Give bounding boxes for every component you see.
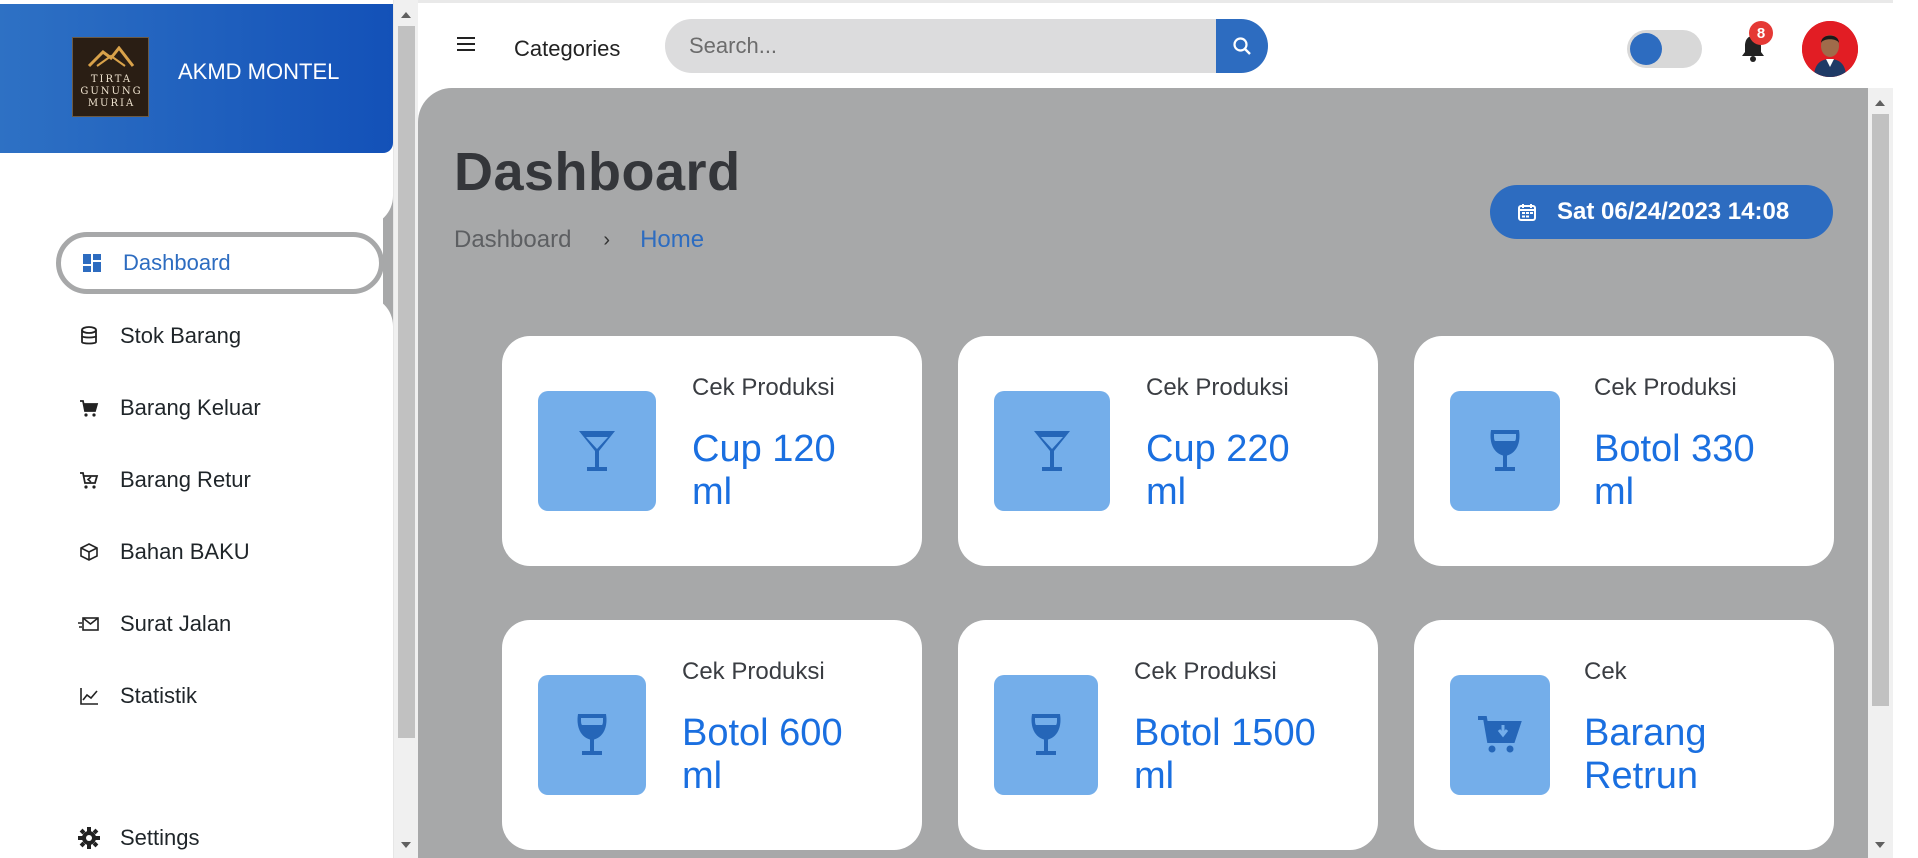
card-icon-box [994,391,1110,511]
card-barang-retrun[interactable]: Cek Barang Retrun [1414,620,1834,850]
brand-logo[interactable]: TIRTA GUNUNG MURIA [72,37,149,117]
card-value: Botol 330 ml [1594,428,1755,513]
card-value: Cup 220 ml [1146,428,1290,513]
card-value: Botol 600 ml [682,712,843,797]
logo-text: TIRTA GUNUNG MURIA [80,74,143,109]
sidebar-item-label: Stok Barang [120,323,242,348]
card-cup-220[interactable]: Cek Produksi Cup 220 ml [958,336,1378,566]
sidebar-item-stok-barang[interactable]: Stok Barang [58,306,241,366]
breadcrumb-root[interactable]: Dashboard [454,226,571,254]
sidebar-item-label: Statistik [120,683,198,708]
card-cup-120[interactable]: Cek Produksi Cup 120 ml [502,336,922,566]
search-bar [665,19,1265,73]
card-value: Barang Retrun [1584,712,1707,797]
page-title: Dashboard [454,142,741,202]
sidebar-item-label: Dashboard [123,250,231,275]
search-input[interactable] [665,19,1216,73]
sidebar-item-label: Barang Keluar [120,395,261,420]
sidebar: TIRTA GUNUNG MURIA AKMD MONTEL Dashboard… [0,0,393,858]
wine-glass-icon [577,714,607,755]
scrollbar-thumb[interactable] [1872,114,1889,706]
breadcrumb: Dashboard › Home [454,226,704,254]
sidebar-item-barang-keluar[interactable]: Barang Keluar [58,378,261,438]
card-label: Cek Produksi [682,658,825,685]
datetime-text: Sat 06/24/2023 14:08 [1557,198,1790,225]
brand-name: AKMD MONTEL [178,59,340,84]
line-chart-icon [78,685,100,707]
theme-toggle[interactable] [1627,30,1702,68]
card-icon-box [1450,391,1560,511]
card-icon-box [1450,675,1550,795]
settings-button[interactable]: Settings [58,808,200,858]
sidebar-item-label: Surat Jalan [120,611,232,636]
notification-badge: 8 [1749,21,1773,45]
card-label: Cek Produksi [1146,374,1289,401]
settings-label: Settings [120,825,200,850]
chevron-right-icon: › [603,228,611,251]
content-scrollbar[interactable] [1868,88,1893,858]
hamburger-menu-icon[interactable] [457,37,475,53]
card-label: Cek [1584,658,1627,685]
card-botol-600[interactable]: Cek Produksi Botol 600 ml [502,620,922,850]
search-icon [1233,37,1251,55]
card-label: Cek Produksi [692,374,835,401]
scroll-down-arrow-icon[interactable] [1875,842,1885,848]
scroll-down-arrow-icon[interactable] [401,842,411,848]
cart-download-icon [1478,716,1522,753]
cart-icon [78,397,100,419]
card-value: Cup 120 ml [692,428,836,513]
sidebar-item-barang-retur[interactable]: Barang Retur [58,450,251,510]
top-header: Categories 8 [418,0,1918,88]
wine-glass-icon [1490,430,1520,471]
avatar-icon [1802,21,1858,77]
cocktail-glass-icon [579,431,615,471]
brand-header: TIRTA GUNUNG MURIA AKMD MONTEL [0,4,393,153]
categories-link[interactable]: Categories [514,36,620,62]
card-botol-1500[interactable]: Cek Produksi Botol 1500 ml [958,620,1378,850]
card-label: Cek Produksi [1134,658,1277,685]
search-button[interactable] [1216,19,1268,73]
scroll-up-arrow-icon[interactable] [401,12,411,18]
toggle-knob [1630,33,1662,65]
card-label: Cek Produksi [1594,374,1737,401]
window-edge [1893,0,1918,858]
sidebar-item-label: Bahan BAKU [120,539,250,564]
card-icon-box [994,675,1098,795]
sidebar-item-surat-jalan[interactable]: Surat Jalan [58,594,231,654]
main-content: Dashboard Dashboard › Home Sat 06/24/202… [418,88,1868,858]
sidebar-scrollbar[interactable] [393,0,418,858]
datetime-badge: Sat 06/24/2023 14:08 [1490,185,1833,239]
cocktail-glass-icon [1034,431,1070,471]
sidebar-item-dashboard[interactable]: Dashboard [56,232,384,294]
box-icon [78,541,100,563]
calendar-icon [1518,204,1536,221]
sidebar-item-bahan-baku[interactable]: Bahan BAKU [58,522,250,582]
mountain-icon [87,46,135,68]
dashboard-icon [81,252,103,274]
card-icon-box [538,675,646,795]
card-value: Botol 1500 ml [1134,712,1316,797]
gear-icon [78,827,100,849]
sidebar-item-statistik[interactable]: Statistik [58,666,197,726]
card-botol-330[interactable]: Cek Produksi Botol 330 ml [1414,336,1834,566]
scroll-up-arrow-icon[interactable] [1875,100,1885,106]
scrollbar-thumb[interactable] [398,26,415,738]
user-avatar[interactable] [1802,21,1858,77]
mail-send-icon [78,613,100,635]
wine-glass-icon [1031,714,1061,755]
card-icon-box [538,391,656,511]
sidebar-item-label: Barang Retur [120,467,251,492]
sidebar-curve-top [0,153,393,226]
breadcrumb-current: Home [640,226,705,253]
database-icon [78,325,100,347]
cart-return-icon [78,469,100,491]
